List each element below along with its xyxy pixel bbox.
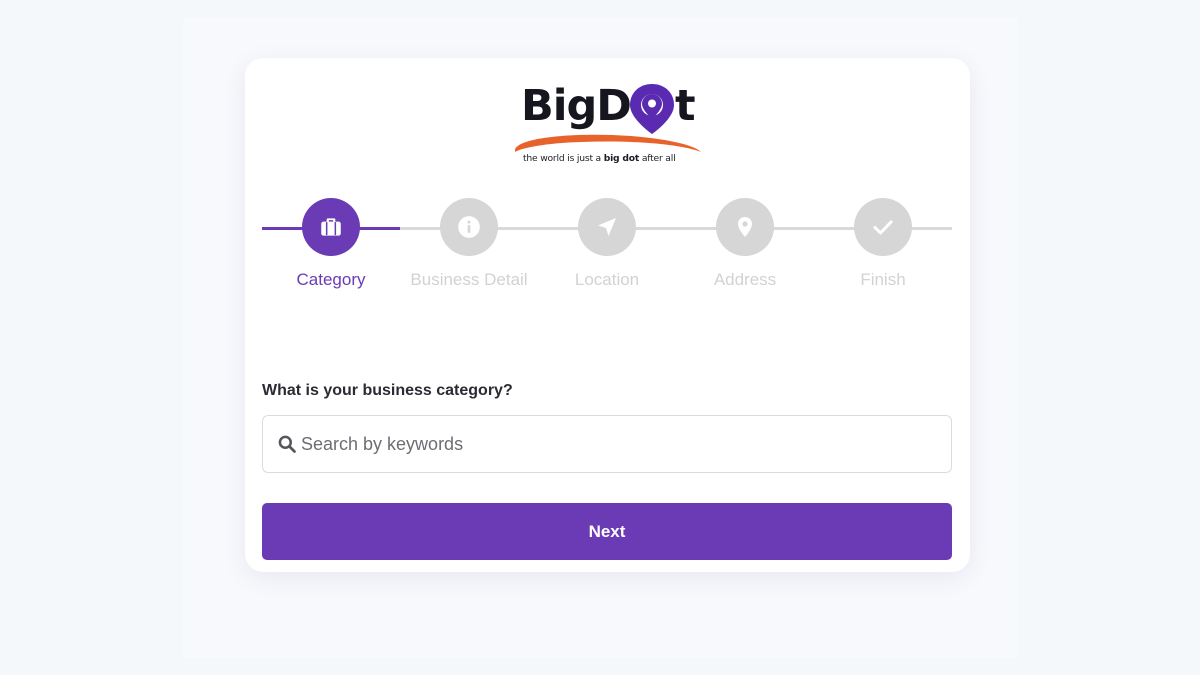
tagline-prefix: the world is just a (523, 153, 604, 164)
progress-stepper: Category Business Detail Location Addres… (262, 198, 952, 298)
tagline-bold: big dot (603, 153, 640, 164)
step-business-detail-circle (440, 198, 498, 256)
category-search-input[interactable] (301, 424, 921, 464)
search-icon (278, 435, 296, 453)
step-location-label: Location (574, 270, 640, 289)
logo-word-start: BigD (521, 81, 632, 131)
logo-word-end: t (675, 81, 696, 131)
category-search-box[interactable] (262, 415, 952, 473)
step-category[interactable]: Category (262, 198, 400, 290)
step-finish-circle (854, 198, 912, 256)
checkmark-icon (873, 220, 893, 235)
step-address-circle (716, 198, 774, 256)
bigdot-logo: BigD t the world is just a big dot after … (511, 78, 707, 173)
next-button[interactable]: Next (262, 503, 952, 560)
step-location[interactable]: Location (538, 198, 676, 290)
map-pin-icon (738, 217, 752, 237)
step-finish[interactable]: Finish (814, 198, 952, 290)
logo-wordmark: BigD t (521, 80, 696, 132)
step-location-circle (578, 198, 636, 256)
step-finish-label: Finish (860, 270, 906, 289)
step-business-detail-label: Business Detail (410, 270, 528, 289)
step-business-detail[interactable]: Business Detail (400, 198, 538, 290)
logo-tagline: the world is just a big dot after all (523, 153, 676, 164)
info-icon (458, 216, 480, 238)
tagline-suffix: after all (639, 153, 676, 164)
step-category-label: Category (296, 270, 366, 289)
step-address[interactable]: Address (676, 198, 814, 290)
business-category-question: What is your business category? (262, 382, 513, 399)
onboarding-card: BigD t the world is just a big dot after … (245, 58, 970, 572)
navigation-arrow-icon (598, 218, 616, 236)
step-category-circle (302, 198, 360, 256)
briefcase-icon (321, 218, 341, 236)
step-address-label: Address (713, 270, 777, 289)
